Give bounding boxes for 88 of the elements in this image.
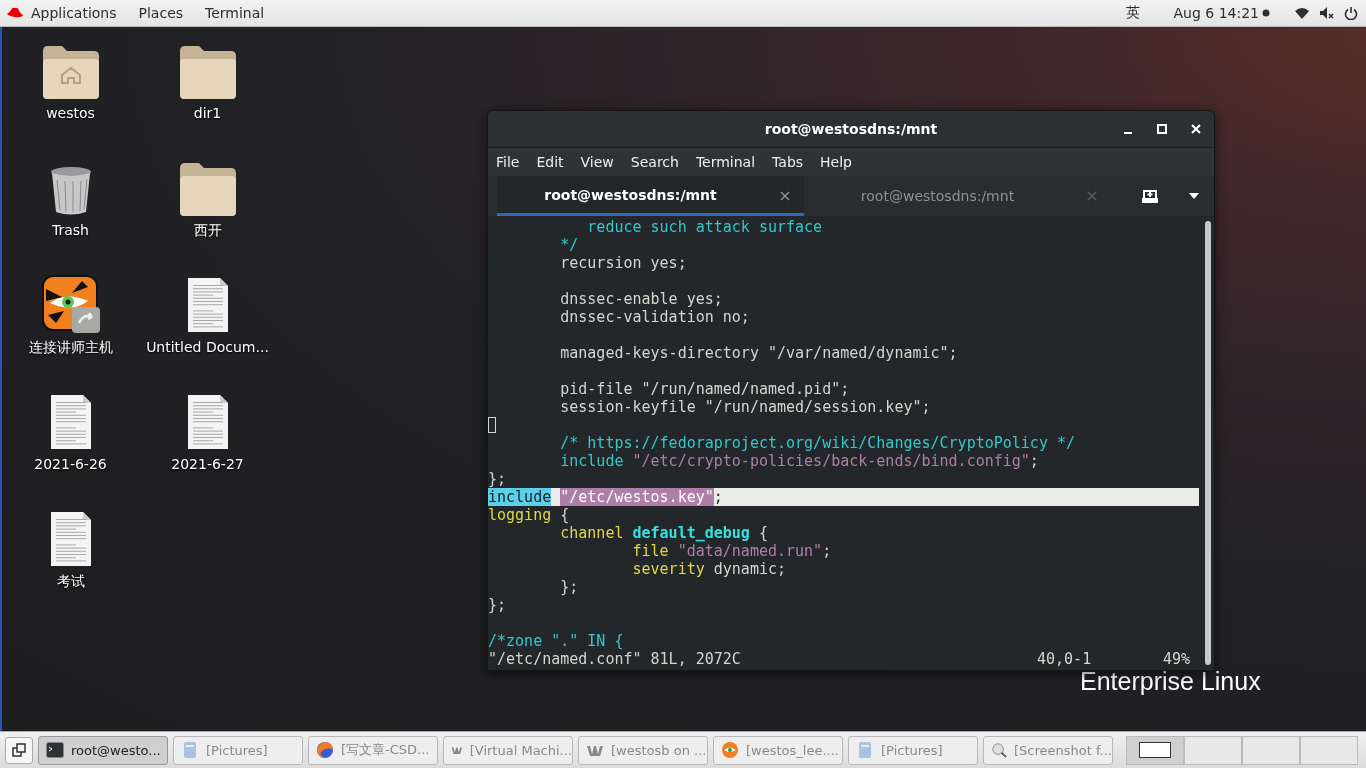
code-keyword: logging — [488, 506, 552, 524]
menu-item[interactable]: File — [496, 154, 520, 170]
code-comment: /* https://fedoraproject.org/wiki/Changes/CryptoPolicy */ — [560, 434, 1075, 452]
code-text: pid-file "/run/named/named.pid"; — [560, 380, 850, 398]
menu-item[interactable]: Tabs — [772, 154, 804, 170]
code-text: }; — [488, 596, 507, 614]
code-comment: include — [560, 452, 625, 470]
code-string: "data/named.run" — [677, 542, 823, 560]
search-highlight: include — [488, 488, 552, 506]
top-menu[interactable]: Places — [137, 5, 194, 21]
wifi-icon[interactable] — [1294, 6, 1310, 20]
notification-dot-icon — [1262, 9, 1270, 17]
code-text: session-keyfile "/run/named/session.key"; — [560, 398, 931, 416]
document-icon[interactable] — [49, 511, 92, 567]
code-text: dynamic; — [713, 560, 787, 578]
desktop-icon-label[interactable]: Trash — [52, 222, 89, 238]
code-text: { — [758, 524, 768, 542]
browser-icon — [316, 741, 334, 759]
hat-logo-icon[interactable] — [6, 6, 24, 20]
code-text: ; — [1029, 452, 1039, 470]
trash-icon[interactable] — [48, 166, 93, 216]
folder-icon[interactable] — [179, 45, 236, 99]
top-menu[interactable]: Terminal — [204, 5, 275, 21]
code-text: }; — [560, 578, 579, 596]
code-comment: /*zone "." IN { — [488, 632, 624, 650]
scroll-percent: 49% — [1163, 650, 1191, 668]
new-tab-icon[interactable] — [1141, 188, 1159, 204]
desktop-icon-label[interactable]: Untitled Docum... — [146, 339, 269, 355]
document-icon[interactable] — [186, 277, 229, 333]
window-preview — [1139, 742, 1171, 758]
wallpaper-text: Enterprise Linux — [1080, 668, 1261, 694]
file-manager-icon — [181, 741, 199, 759]
clock[interactable]: Aug 6 14:21 — [1173, 5, 1259, 21]
code-string: "/etc/crypto-policies/back-ends/bind.config" — [632, 452, 1030, 470]
top-menu[interactable]: Applications — [30, 5, 127, 21]
workspace-button[interactable] — [1126, 735, 1184, 765]
file-manager-icon — [856, 741, 874, 759]
desktop-icon-label[interactable]: 连接讲师主机 — [28, 339, 113, 357]
code-text: dnssec-enable yes; — [560, 290, 723, 308]
input-method-indicator[interactable]: 英 — [1125, 4, 1140, 22]
windows-icon — [12, 743, 26, 757]
desktop-icon-label[interactable]: westos — [46, 105, 95, 121]
home-folder-icon[interactable] — [42, 45, 99, 99]
desktop-icon-label[interactable]: dir1 — [193, 105, 222, 121]
tab-label: root@westosdns:/mnt — [860, 188, 1015, 204]
terminal-tab[interactable]: root@westosdns:/mnt — [804, 176, 1111, 216]
dropdown-caret-icon[interactable] — [1188, 192, 1200, 200]
desktop-icon-label[interactable]: 2021-6-26 — [34, 456, 107, 472]
tiger-app-icon — [721, 741, 739, 759]
desktop-icon-label[interactable]: 西开 — [193, 222, 222, 240]
code-keyword: severity — [632, 560, 705, 578]
folder-icon[interactable] — [179, 162, 236, 216]
code-text: { — [560, 506, 570, 524]
volume-muted-icon[interactable] — [1319, 6, 1335, 20]
power-icon[interactable] — [1344, 6, 1358, 20]
code-text: ; — [822, 542, 832, 560]
document-icon[interactable] — [49, 394, 92, 450]
code-text: }; — [488, 470, 507, 488]
code-keyword: channel — [560, 524, 624, 542]
show-desktop-button[interactable] — [5, 736, 33, 764]
taskbar-button[interactable]: root@westo... — [38, 735, 168, 765]
menu-item[interactable]: Edit — [536, 154, 564, 170]
menu-item[interactable]: Help — [820, 154, 852, 170]
code-comment: */ — [560, 236, 579, 254]
menu-item[interactable]: Terminal — [695, 154, 756, 170]
tab-label: root@westosdns:/mnt — [544, 186, 717, 203]
menu-item[interactable]: View — [580, 154, 614, 170]
desktop-icon-label[interactable]: 考试 — [56, 573, 85, 591]
menu-item[interactable]: Search — [630, 154, 679, 170]
magnifier-icon — [991, 741, 1007, 759]
maximize-icon[interactable] — [1156, 123, 1168, 135]
code-text: dnssec-validation no; — [560, 308, 750, 326]
code-comment: reduce such attack surface — [587, 218, 823, 236]
terminal-icon — [46, 741, 64, 759]
status-file-info: "/etc/named.conf" 81L, 2072C — [488, 650, 742, 668]
code-text: recursion yes; — [560, 254, 687, 272]
code-keyword: file — [632, 542, 669, 560]
desktop-icon-label[interactable]: 2021-6-27 — [171, 456, 244, 472]
matched-text: "/etc/westos.key" — [560, 488, 714, 506]
scrollbar[interactable] — [1205, 221, 1211, 665]
tiger-app-icon[interactable] — [41, 275, 100, 333]
code-identifier: default_debug — [632, 524, 750, 542]
terminal-tab[interactable]: root@westosdns:/mnt — [497, 176, 804, 216]
code-text: managed-keys-directory "/var/named/dynamic"; — [560, 344, 958, 362]
window-title: root@westosdns:/mnt — [764, 121, 938, 137]
document-icon[interactable] — [186, 394, 229, 450]
cursor-position: 40,0-1 — [1037, 650, 1093, 668]
code-text: ; — [713, 488, 723, 506]
